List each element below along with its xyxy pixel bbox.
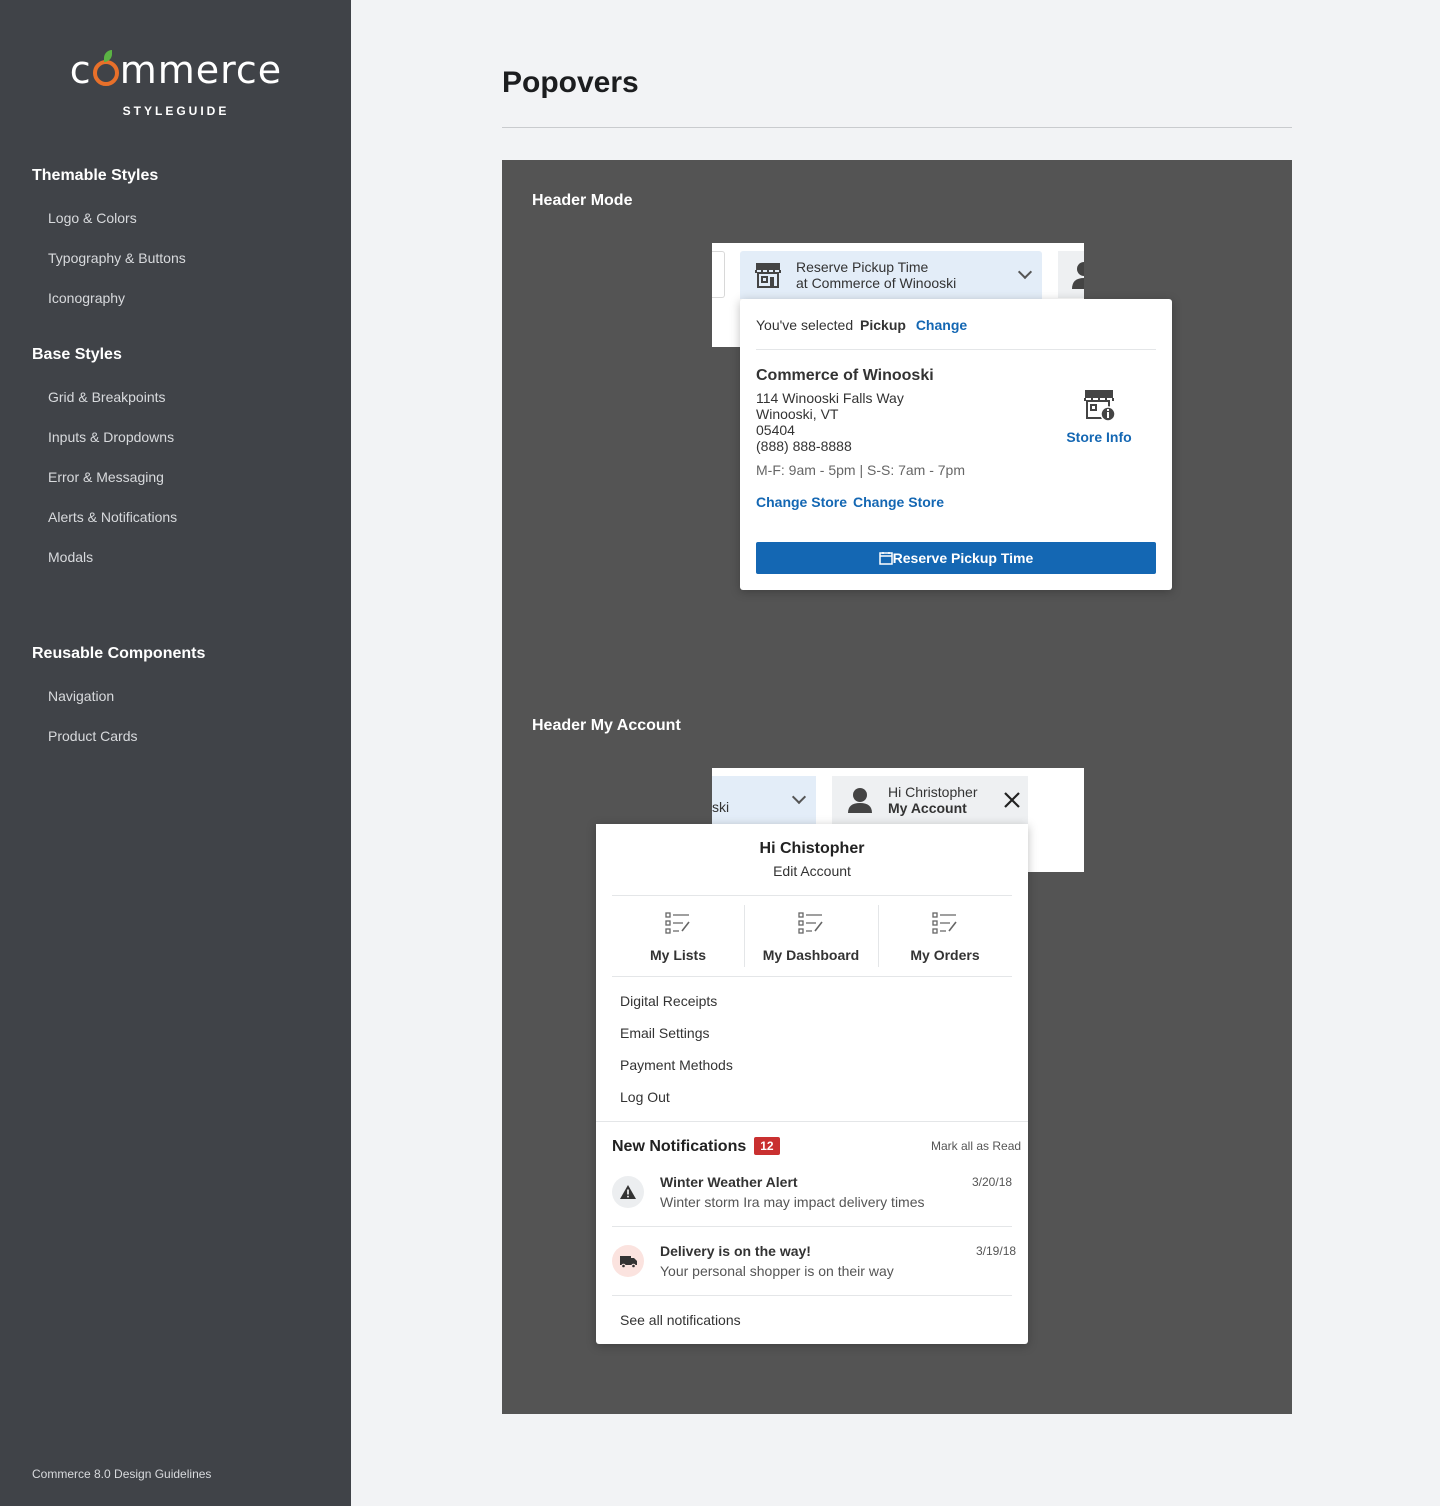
notification-divider <box>612 1295 1012 1296</box>
menu-link-log-out[interactable]: Log Out <box>620 1089 670 1105</box>
notification-title[interactable]: Delivery is on the way! <box>660 1243 811 1259</box>
close-icon[interactable] <box>1004 792 1020 808</box>
notifications-header: New Notifications 12 <box>612 1137 780 1156</box>
address-line2: Winooski, VT <box>756 406 839 422</box>
logo[interactable]: c mmerce STYLEGUIDE <box>60 48 292 118</box>
notification-body: Winter storm Ira may impact delivery tim… <box>660 1194 925 1210</box>
change-mode-link[interactable]: Change <box>916 317 967 333</box>
nav-item-logo-colors[interactable]: Logo & Colors <box>48 210 137 226</box>
selected-prefix: You've selected <box>756 317 854 333</box>
notification-body: Your personal shopper is on their way <box>660 1263 894 1279</box>
store-hours: M-F: 9am - 5pm | S-S: 7am - 7pm <box>756 462 966 478</box>
title-divider <box>502 127 1292 128</box>
address-zip: 05404 <box>756 422 795 438</box>
nav-item-grid-breakpoints[interactable]: Grid & Breakpoints <box>48 389 166 405</box>
menu-link-payment-methods[interactable]: Payment Methods <box>620 1057 733 1073</box>
user-icon <box>1072 262 1091 289</box>
account-greeting: Hi Christopher <box>888 784 978 800</box>
menu-link-digital-receipts[interactable]: Digital Receipts <box>620 993 717 1009</box>
nav-item-navigation[interactable]: Navigation <box>48 688 114 704</box>
account-pill-edge[interactable] <box>1058 251 1091 298</box>
popover-divider <box>756 349 1156 350</box>
store-phone: (888) 888-8888 <box>756 438 852 454</box>
warning-icon <box>620 1185 636 1199</box>
nav-item-product-cards[interactable]: Product Cards <box>48 728 137 744</box>
nav-section-base: Base Styles <box>32 346 122 363</box>
tile-label: My Lists <box>649 947 706 963</box>
store-info-button[interactable]: Store Info <box>1060 388 1138 445</box>
account-divider <box>612 895 1012 896</box>
orders-icon <box>932 912 957 934</box>
notifications-count-badge: 12 <box>754 1137 780 1155</box>
chevron-down-icon <box>791 789 807 805</box>
calendar-icon <box>879 552 893 565</box>
selected-mode: Pickup <box>860 317 906 333</box>
store-info-icon <box>1084 390 1116 422</box>
nav-item-typography-buttons[interactable]: Typography & Buttons <box>48 250 186 266</box>
address-line1: 114 Winooski Falls Way <box>756 390 904 406</box>
change-store-link-2[interactable]: Change Store <box>853 494 944 510</box>
reserve-pickup-label: Reserve Pickup Time <box>892 550 1034 566</box>
see-all-notifications-link[interactable]: See all notifications <box>620 1312 741 1328</box>
notification-divider <box>612 1226 1012 1227</box>
chevron-down-icon <box>1017 264 1033 280</box>
nav-section-reusable: Reusable Components <box>32 645 206 662</box>
account-popover-greeting: Hi Chistopher <box>759 840 865 857</box>
tile-label: My Orders <box>910 947 980 963</box>
pickup-title: Reserve Pickup Time <box>796 259 929 275</box>
store-name: Commerce of Winooski <box>756 367 934 384</box>
pickup-dropdown-edge[interactable]: ski <box>712 776 816 824</box>
notifications-divider <box>596 1121 1028 1122</box>
header-mode-label: Header Mode <box>532 192 633 209</box>
my-account-dropdown[interactable]: Hi Christopher My Account <box>832 776 1028 824</box>
tile-my-dashboard[interactable]: My Dashboard <box>745 912 877 963</box>
notification-warning <box>612 1176 644 1208</box>
logo-text-start: c <box>69 48 92 92</box>
logo-wordmark: c mmerce <box>60 48 292 92</box>
reserve-pickup-button[interactable]: Reserve Pickup Time <box>756 542 1156 574</box>
leaf-icon <box>103 50 112 62</box>
store-info-label: Store Info <box>1066 429 1132 445</box>
tile-my-lists[interactable]: My Lists <box>612 912 744 963</box>
page-title: Popovers <box>502 66 639 99</box>
header-account-label: Header My Account <box>532 717 681 734</box>
truck-icon <box>620 1256 637 1269</box>
user-icon <box>848 788 872 813</box>
tile-label: My Dashboard <box>762 947 860 963</box>
sidebar: c mmerce STYLEGUIDE Themable Styles Logo … <box>0 0 351 1506</box>
nav-item-alerts-notifications[interactable]: Alerts & Notifications <box>48 509 177 525</box>
store-address: 114 Winooski Falls Way Winooski, VT 0540… <box>756 390 904 454</box>
edit-account-link[interactable]: Edit Account <box>596 863 1028 879</box>
pickup-store: at Commerce of Winooski <box>796 275 957 291</box>
search-field-edge[interactable] <box>712 251 725 298</box>
logo-subtitle: STYLEGUIDE <box>122 104 230 118</box>
tile-my-orders[interactable]: My Orders <box>879 912 1011 963</box>
notification-date: 3/20/18 <box>972 1175 1013 1189</box>
change-store-link[interactable]: Change Store <box>756 494 847 510</box>
notifications-title: New Notifications <box>612 1138 747 1155</box>
dashboard-icon <box>798 912 823 934</box>
notification-delivery <box>612 1245 644 1277</box>
account-divider <box>612 976 1012 977</box>
menu-link-email-settings[interactable]: Email Settings <box>620 1025 709 1041</box>
pickup-edge-text: ski <box>712 799 730 815</box>
pickup-dropdown[interactable]: Reserve Pickup Time at Commerce of Winoo… <box>740 251 1042 299</box>
logo-text-end: mmerce <box>119 48 283 92</box>
logo-orange-icon <box>92 50 119 86</box>
notification-date: 3/19/18 <box>976 1244 1017 1258</box>
store-icon <box>755 263 781 288</box>
mark-all-read-link[interactable]: Mark all as Read <box>931 1139 1021 1153</box>
selected-mode-row: You've selected Pickup Change <box>756 317 967 333</box>
nav-item-inputs-dropdowns[interactable]: Inputs & Dropdowns <box>48 429 174 445</box>
my-account-label: My Account <box>888 800 967 816</box>
nav-item-modals[interactable]: Modals <box>48 549 93 565</box>
sidebar-footer: Commerce 8.0 Design Guidelines <box>32 1467 212 1481</box>
nav-section-themable: Themable Styles <box>32 167 159 184</box>
notification-title[interactable]: Winter Weather Alert <box>660 1174 798 1190</box>
nav-item-error-messaging[interactable]: Error & Messaging <box>48 469 164 485</box>
list-icon <box>665 912 690 934</box>
nav-item-iconography[interactable]: Iconography <box>48 290 125 306</box>
